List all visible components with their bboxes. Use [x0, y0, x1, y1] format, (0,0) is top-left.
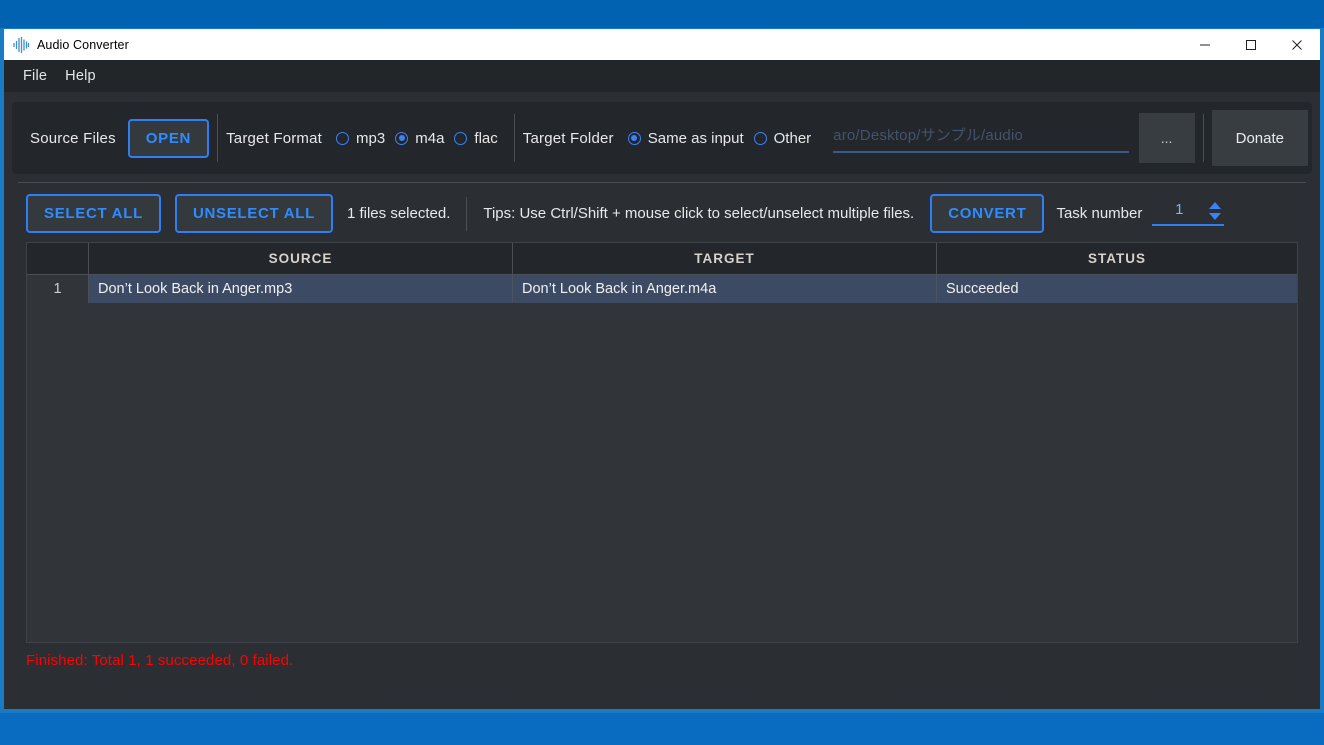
- minimize-button[interactable]: [1182, 29, 1228, 61]
- radio-circle-icon: [454, 131, 468, 145]
- files-selected-count: 1 files selected.: [346, 205, 451, 222]
- radio-folder-same-label: Same as input: [647, 129, 744, 147]
- radio-format-m4a[interactable]: m4a: [393, 128, 450, 149]
- row-index: 1: [27, 275, 89, 303]
- unselect-all-button[interactable]: UNSELECT ALL: [174, 194, 333, 233]
- radio-circle-filled-icon: [627, 131, 641, 145]
- separator: [513, 114, 515, 162]
- column-header-source[interactable]: SOURCE: [89, 243, 513, 274]
- radio-circle-filled-icon: [395, 131, 409, 145]
- task-number-value: 1: [1175, 201, 1184, 218]
- column-header-index[interactable]: [27, 243, 89, 274]
- application-window: Audio Converter File Help Source Files O…: [0, 28, 1324, 713]
- audio-waveform-icon: [13, 36, 30, 53]
- window-controls: [1182, 29, 1320, 61]
- target-format-label: Target Format: [226, 129, 323, 147]
- radio-format-flac-label: flac: [474, 129, 498, 147]
- separator: [217, 114, 219, 162]
- chevron-up-icon[interactable]: [1209, 202, 1222, 209]
- radio-format-mp3[interactable]: mp3: [334, 128, 391, 149]
- radio-format-m4a-label: m4a: [415, 129, 445, 147]
- target-format-radio-group: mp3 m4a flac: [334, 128, 506, 149]
- target-folder-label: Target Folder: [522, 129, 614, 147]
- task-number-stepper[interactable]: 1: [1152, 201, 1225, 226]
- chevron-down-icon[interactable]: [1209, 213, 1222, 220]
- radio-format-flac[interactable]: flac: [452, 128, 503, 149]
- status-message: Finished: Total 1, 1 succeeded, 0 failed…: [26, 652, 294, 669]
- main-content: Source Files OPEN Target Format mp3 m4a: [4, 92, 1320, 709]
- menu-bar: File Help: [4, 60, 1320, 92]
- radio-folder-same-as-input[interactable]: Same as input: [626, 128, 750, 149]
- browse-folder-button[interactable]: ...: [1138, 113, 1195, 163]
- menu-item-help[interactable]: Help: [56, 65, 105, 87]
- tips-text: Tips: Use Ctrl/Shift + mouse click to se…: [483, 205, 915, 222]
- source-files-label: Source Files: [30, 129, 116, 147]
- radio-circle-icon: [753, 131, 767, 145]
- row-source-filename: Don’t Look Back in Anger.mp3: [89, 275, 513, 303]
- row-target-filename: Don’t Look Back in Anger.m4a: [513, 275, 937, 303]
- menu-item-file[interactable]: File: [14, 65, 56, 87]
- radio-circle-icon: [336, 131, 350, 145]
- table-body: 1 Don’t Look Back in Anger.mp3 Don’t Loo…: [27, 275, 1297, 642]
- target-folder-radio-group: Same as input Other: [626, 128, 819, 149]
- window-title: Audio Converter: [37, 37, 129, 52]
- table-header-row: SOURCE TARGET STATUS: [27, 243, 1297, 275]
- action-toolbar: SELECT ALL UNSELECT ALL 1 files selected…: [12, 183, 1312, 242]
- convert-button[interactable]: CONVERT: [930, 194, 1045, 233]
- separator: [1202, 114, 1204, 162]
- column-header-status[interactable]: STATUS: [937, 243, 1297, 274]
- radio-folder-other[interactable]: Other: [752, 128, 818, 149]
- table-row[interactable]: 1 Don’t Look Back in Anger.mp3 Don’t Loo…: [27, 275, 1297, 303]
- select-all-button[interactable]: SELECT ALL: [26, 194, 161, 233]
- file-list-table: SOURCE TARGET STATUS 1 Don’t Look Back i…: [26, 242, 1298, 643]
- separator: [466, 196, 468, 231]
- maximize-button[interactable]: [1228, 29, 1274, 61]
- radio-format-mp3-label: mp3: [356, 129, 386, 147]
- toolbar-panel: Source Files OPEN Target Format mp3 m4a: [12, 102, 1312, 174]
- open-button[interactable]: OPEN: [127, 118, 210, 158]
- target-folder-path-input[interactable]: aro/Desktop/サンプル/audio: [833, 124, 1129, 153]
- stepper-arrows: [1206, 202, 1224, 220]
- close-button[interactable]: [1274, 29, 1320, 61]
- target-folder-path-value: aro/Desktop/サンプル/audio: [833, 126, 1024, 144]
- donate-button[interactable]: Donate: [1211, 110, 1308, 166]
- title-bar: Audio Converter: [4, 28, 1320, 60]
- row-status: Succeeded: [946, 281, 1019, 297]
- minimize-icon: [1200, 44, 1210, 46]
- close-icon: [1292, 40, 1302, 50]
- desktop-background: Audio Converter File Help Source Files O…: [0, 0, 1324, 745]
- task-number-label: Task number: [1056, 205, 1143, 222]
- column-header-target[interactable]: TARGET: [513, 243, 937, 274]
- radio-folder-other-label: Other: [773, 129, 812, 147]
- maximize-icon: [1246, 40, 1256, 50]
